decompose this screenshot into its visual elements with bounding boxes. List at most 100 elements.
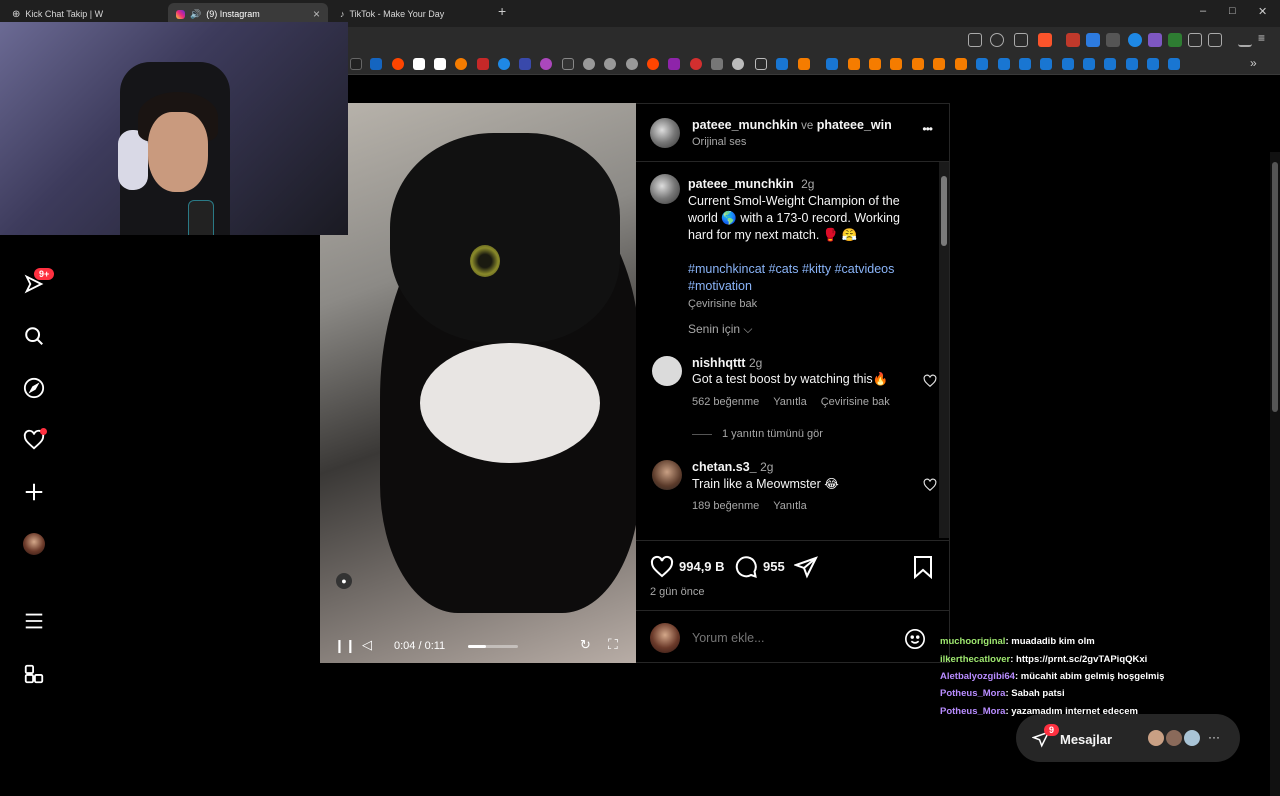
emoji-icon[interactable]: [904, 628, 926, 650]
tab-tiktok[interactable]: ♪ TikTok - Make Your Day: [332, 3, 492, 25]
bookmark-icon[interactable]: [955, 58, 967, 70]
share-paper-plane-icon[interactable]: [794, 555, 818, 579]
extension-icon[interactable]: [1086, 33, 1100, 47]
audio-label[interactable]: Orijinal ses: [692, 136, 746, 148]
bookmark-icon[interactable]: [933, 58, 945, 70]
x-bookmark-icon[interactable]: [350, 58, 362, 70]
steam-bookmark-icon[interactable]: [1062, 58, 1074, 70]
compass-icon[interactable]: [22, 376, 46, 400]
extension-icon[interactable]: [1128, 33, 1142, 47]
reel-video[interactable]: ● ❙❙ ◁ 0:04 / 0:11 ↻ ⛶: [320, 103, 636, 663]
minimize-button[interactable]: –: [1200, 5, 1206, 17]
more-messages-icon[interactable]: ···: [1208, 730, 1220, 744]
bookmark-icon[interactable]: [540, 58, 552, 70]
like-comment-icon[interactable]: [923, 478, 937, 492]
bookmark-icon[interactable]: [912, 58, 924, 70]
share-icon[interactable]: [1014, 33, 1028, 47]
media-icon[interactable]: [1238, 33, 1252, 47]
likes-count[interactable]: 994,9 B: [679, 559, 725, 574]
bookmark-icon[interactable]: [583, 58, 595, 70]
sidebar-toggle-icon[interactable]: [1208, 33, 1222, 47]
steam-bookmark-icon[interactable]: [1019, 58, 1031, 70]
bookmark-icon[interactable]: [626, 58, 638, 70]
zoom-icon[interactable]: [990, 33, 1004, 47]
bookmark-icon[interactable]: [498, 58, 510, 70]
comment-input[interactable]: [692, 627, 892, 649]
reply-button[interactable]: Yanıtla: [773, 500, 806, 512]
folder-icon[interactable]: [755, 58, 767, 70]
apps-grid-icon[interactable]: [22, 662, 46, 686]
steam-bookmark-icon[interactable]: [998, 58, 1010, 70]
reddit-bookmark-icon[interactable]: [392, 58, 404, 70]
bookmark-icon[interactable]: [798, 58, 810, 70]
user-tag-icon[interactable]: ●: [336, 573, 352, 589]
for-you-dropdown[interactable]: Senin için ⌵: [688, 322, 752, 337]
fullscreen-icon[interactable]: ⛶: [608, 636, 618, 653]
new-tab-button[interactable]: +: [498, 3, 506, 19]
comment-bubble-icon[interactable]: [734, 555, 758, 579]
more-options-icon[interactable]: •••: [922, 122, 933, 136]
loop-icon[interactable]: ↻: [580, 637, 591, 653]
bookmark-save-icon[interactable]: [912, 555, 934, 579]
brave-shield-icon[interactable]: [1038, 33, 1052, 47]
author-avatar[interactable]: [650, 174, 680, 204]
bookmark-icon[interactable]: [647, 58, 659, 70]
caption-hashtags[interactable]: #munchkincat #cats #kitty #catvideos #mo…: [688, 262, 894, 293]
steam-bookmark-icon[interactable]: [826, 58, 838, 70]
bookmark-icon[interactable]: [370, 58, 382, 70]
commenter-username[interactable]: nishhqttt: [692, 356, 745, 370]
comments-scrollbar[interactable]: [939, 162, 949, 538]
steam-bookmark-icon[interactable]: [976, 58, 988, 70]
bookmark-icon[interactable]: [562, 58, 574, 70]
hamburger-menu-icon[interactable]: [22, 609, 46, 633]
bookmark-icon[interactable]: [455, 58, 467, 70]
translate-link[interactable]: Çevirisine bak: [821, 396, 890, 408]
steam-bookmark-icon[interactable]: [776, 58, 788, 70]
amazon-bookmark-icon[interactable]: [434, 58, 446, 70]
bookmark-icon[interactable]: [668, 58, 680, 70]
more-bookmarks-icon[interactable]: »: [1250, 56, 1257, 70]
messages-button[interactable]: 9 Mesajlar ···: [1016, 714, 1240, 762]
comment-likes[interactable]: 562 beğenme: [692, 396, 759, 408]
profile-avatar[interactable]: [22, 532, 46, 556]
author-avatar[interactable]: [650, 118, 680, 148]
bookmark-icon[interactable]: [732, 58, 744, 70]
extension-icon[interactable]: [1106, 33, 1120, 47]
search-icon[interactable]: [22, 324, 46, 348]
bookmark-icon[interactable]: [477, 58, 489, 70]
close-window-button[interactable]: ✕: [1258, 5, 1267, 18]
bookmark-icon[interactable]: [519, 58, 531, 70]
comments-count[interactable]: 955: [763, 559, 785, 574]
bookmark-icon[interactable]: [848, 58, 860, 70]
commenter-avatar[interactable]: [652, 460, 682, 490]
commenter-avatar[interactable]: [652, 356, 682, 386]
bookmark-icon[interactable]: [711, 58, 723, 70]
steam-bookmark-icon[interactable]: [1104, 58, 1116, 70]
steam-bookmark-icon[interactable]: [1126, 58, 1138, 70]
comments-scroll-area[interactable]: pateee_munchkin 2g Current Smol-Weight C…: [636, 162, 950, 538]
reply-button[interactable]: Yanıtla: [773, 396, 806, 408]
bookmark-icon[interactable]: [890, 58, 902, 70]
steam-bookmark-icon[interactable]: [1147, 58, 1159, 70]
commenter-username[interactable]: chetan.s3_: [692, 460, 757, 474]
page-scrollbar-thumb[interactable]: [1272, 162, 1278, 412]
extension-icon[interactable]: [1168, 33, 1182, 47]
screen-icon[interactable]: [968, 33, 982, 47]
bookmark-icon[interactable]: [869, 58, 881, 70]
extension-icon[interactable]: [1148, 33, 1162, 47]
pause-icon[interactable]: ❙❙: [334, 638, 356, 654]
extension-icon[interactable]: [1066, 33, 1080, 47]
create-plus-icon[interactable]: [22, 480, 46, 504]
bookmark-icon[interactable]: [604, 58, 616, 70]
translate-link[interactable]: Çevirisine bak: [688, 298, 757, 310]
steam-bookmark-icon[interactable]: [1083, 58, 1095, 70]
comment-likes[interactable]: 189 beğenme: [692, 500, 759, 512]
like-heart-icon[interactable]: [650, 555, 674, 579]
steam-bookmark-icon[interactable]: [1168, 58, 1180, 70]
caption-author[interactable]: pateee_munchkin: [688, 177, 794, 191]
volume-icon[interactable]: ◁: [362, 637, 372, 653]
puzzle-icon[interactable]: [1188, 33, 1202, 47]
menu-icon[interactable]: ≡: [1258, 31, 1272, 45]
collab-username-link[interactable]: phateee_win: [817, 118, 892, 132]
like-comment-icon[interactable]: [923, 374, 937, 388]
